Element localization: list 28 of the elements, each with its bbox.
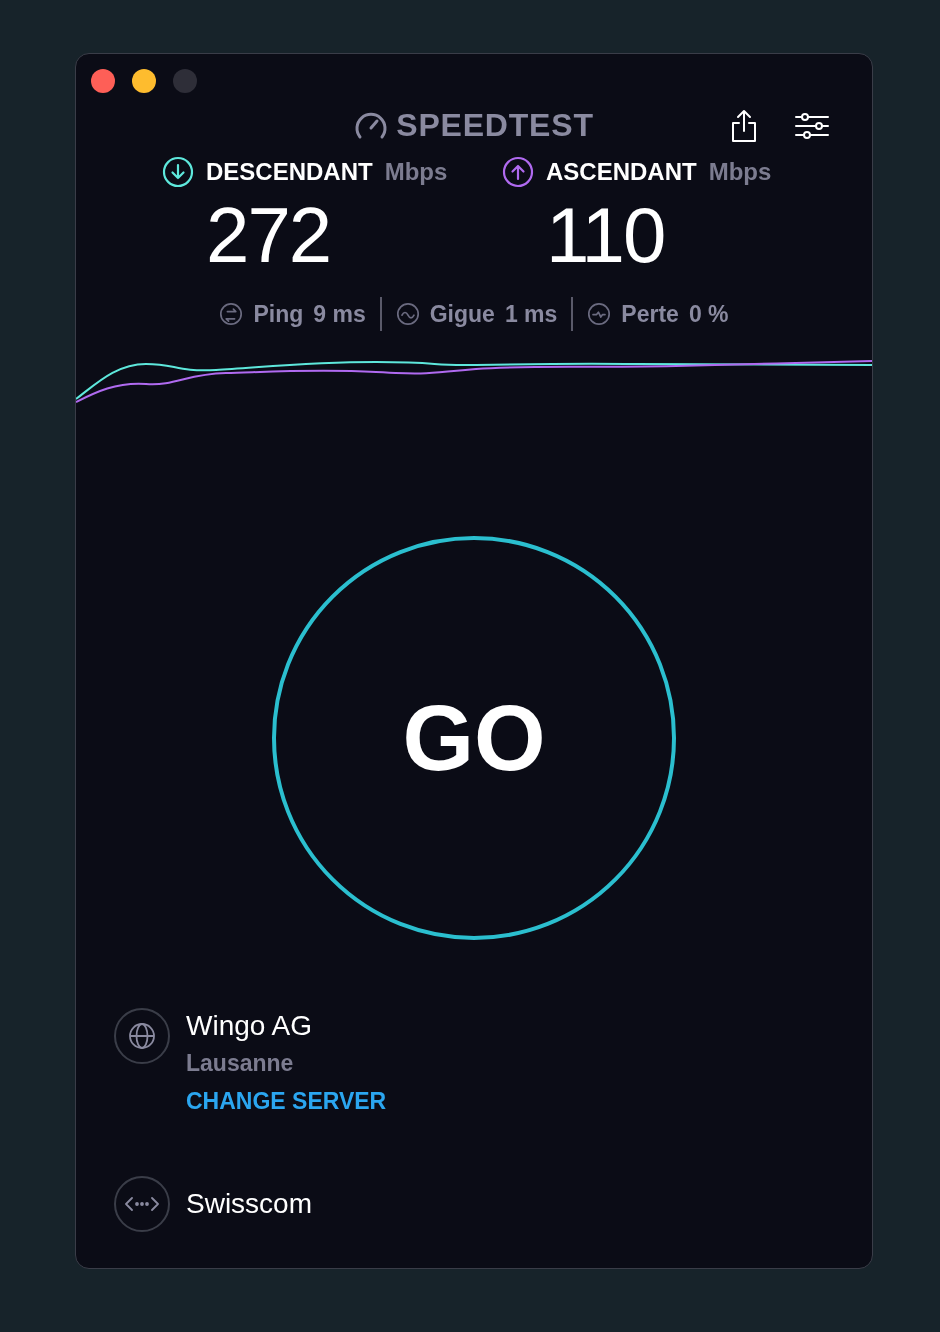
settings-icon [795,112,829,140]
provider-name: Swisscom [186,1187,312,1221]
metric-unit: Mbps [708,157,772,187]
change-server-link[interactable]: CHANGE SERVER [186,1082,387,1120]
window-control[interactable] [132,69,156,93]
dots-brackets-icon [125,1196,159,1212]
stat-value: 9 ms [313,299,366,329]
server-location: Lausanne [186,1049,295,1078]
wave-icon [395,302,420,326]
stat-label: Perte [621,299,679,329]
pulse-icon [587,302,612,326]
speedometer-icon [354,110,389,140]
metric-label: DESCENDANT [206,157,373,187]
stat-label: Ping [253,299,304,329]
server-name: Wingo AG [186,1009,314,1043]
window-control[interactable] [91,69,115,93]
ping-icon [219,302,244,326]
metric-label: ASCENDANT [546,157,697,187]
app-logo: SPEEDTEST [396,106,594,145]
stat-value: 0 % [688,299,729,329]
stat-label: Gigue [429,299,495,329]
metric-unit: Mbps [384,157,448,187]
globe-icon [128,1022,156,1050]
stat-value: 1 ms [504,299,558,329]
metric-value: 110 [546,190,665,280]
go-button[interactable]: GO [272,536,676,940]
metric-value: 272 [206,190,331,280]
share-icon [729,108,759,144]
